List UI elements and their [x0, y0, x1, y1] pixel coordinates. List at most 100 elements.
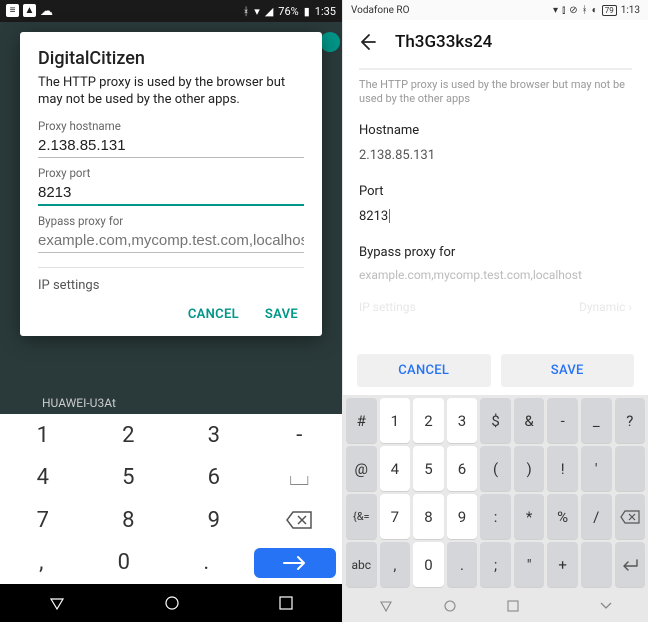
key-blank2[interactable]	[581, 542, 612, 587]
wifi-icon: ▾	[553, 5, 558, 16]
appbar: Th3G33ks24	[343, 20, 648, 64]
key-5[interactable]: 5	[413, 446, 444, 491]
battery-pct: 76%	[278, 5, 298, 18]
cloud-icon: ☁	[40, 4, 53, 19]
key-4[interactable]: 4	[0, 457, 86, 500]
key-6[interactable]: 6	[447, 446, 478, 491]
battery-pct: 79	[602, 5, 617, 16]
key-comma[interactable]: ,	[0, 542, 83, 585]
key-dash[interactable]: -	[547, 398, 578, 443]
save-button[interactable]: SAVE	[265, 307, 298, 322]
image-icon: ▲	[23, 4, 36, 17]
key-question[interactable]: ?	[615, 398, 646, 443]
key-2[interactable]: 2	[86, 414, 172, 457]
numeric-keyboard-left: 1 2 3 - 4 5 6 ⌴ 7 8 9 , 0 .	[0, 414, 342, 584]
key-period[interactable]: .	[447, 542, 478, 587]
keyboard-hide-icon[interactable]	[599, 601, 613, 611]
key-1[interactable]: 1	[380, 398, 411, 443]
dialog-help-text: The HTTP proxy is used by the browser bu…	[38, 75, 304, 109]
key-3[interactable]: 3	[171, 414, 257, 457]
key-abc[interactable]: abc	[346, 542, 377, 587]
key-9[interactable]: 9	[447, 494, 478, 539]
key-4[interactable]: 4	[380, 446, 411, 491]
key-underscore[interactable]: _	[581, 398, 612, 443]
key-0[interactable]: 0	[413, 542, 444, 587]
clock: 1:35	[315, 5, 336, 18]
bluetooth-icon: ᚼ	[243, 5, 250, 18]
key-8[interactable]: 8	[413, 494, 444, 539]
key-6[interactable]: 6	[171, 457, 257, 500]
port-label: Port	[359, 184, 632, 199]
key-8[interactable]: 8	[86, 499, 172, 542]
nav-back-icon[interactable]	[49, 595, 65, 611]
nav-home-icon[interactable]	[164, 595, 180, 611]
bypass-input[interactable]	[38, 228, 304, 253]
clock: 1:13	[621, 5, 640, 16]
key-enter[interactable]	[615, 542, 646, 587]
cancel-button[interactable]: CANCEL	[357, 354, 491, 387]
port-input[interactable]	[38, 180, 304, 206]
key-rparen[interactable]: )	[514, 446, 545, 491]
key-colon[interactable]: :	[480, 494, 511, 539]
key-amp[interactable]: &	[514, 398, 545, 443]
bypass-input[interactable]: example.com,mycomp.test.com,localhost	[359, 260, 632, 296]
signal-icon: ⫾	[562, 5, 565, 16]
key-7[interactable]: 7	[0, 499, 86, 542]
key-quote[interactable]: "	[514, 542, 545, 587]
right-form: The HTTP proxy is used by the browser bu…	[343, 64, 648, 348]
key-1[interactable]: 1	[0, 414, 86, 457]
key-7[interactable]: 7	[380, 494, 411, 539]
key-enter[interactable]	[254, 548, 337, 579]
key-9[interactable]: 9	[171, 499, 257, 542]
back-button[interactable]	[357, 32, 377, 52]
bypass-label: Bypass proxy for	[38, 214, 304, 228]
key-backspace[interactable]	[257, 499, 343, 542]
key-period[interactable]: .	[165, 542, 248, 585]
key-symbols[interactable]: {&=	[346, 494, 377, 539]
key-at[interactable]: @	[346, 446, 377, 491]
hostname-input[interactable]: 2.138.85.131	[359, 138, 632, 178]
hostname-input[interactable]	[38, 133, 304, 158]
nav-recent-icon[interactable]	[507, 600, 519, 612]
nav-recent-icon[interactable]	[279, 596, 293, 610]
key-backspace[interactable]	[615, 494, 646, 539]
key-space[interactable]: ⌴	[257, 457, 343, 500]
key-comma[interactable]: ,	[380, 542, 411, 587]
nav-home-icon[interactable]	[443, 599, 457, 613]
port-input[interactable]: 8213	[359, 199, 632, 239]
carrier-label: Vodafone RO	[351, 5, 409, 16]
cancel-button[interactable]: CANCEL	[188, 307, 239, 322]
nav-back-icon[interactable]	[379, 599, 393, 613]
ip-settings-row[interactable]: IP settings Dynamic ›	[359, 296, 632, 314]
keyboard-right: # 1 2 3 $ & - _ ? @ 4 5 6 ( ) ! ' {&= 7 …	[343, 395, 648, 590]
key-slash[interactable]: /	[581, 494, 612, 539]
key-pct[interactable]: %	[547, 494, 578, 539]
right-phone: Vodafone RO ▾ ⫾ ⊘ ᚼ ◐ 79 1:13 Th3G33ks24…	[342, 0, 648, 622]
statusbar-right: Vodafone RO ▾ ⫾ ⊘ ᚼ ◐ 79 1:13	[343, 0, 648, 20]
key-blank1[interactable]	[615, 446, 646, 491]
dialog-title: DigitalCitizen	[38, 48, 304, 69]
key-hash[interactable]: #	[346, 398, 377, 443]
key-dash[interactable]: -	[257, 414, 343, 457]
key-bang[interactable]: !	[547, 446, 578, 491]
navbar-right	[343, 590, 648, 622]
key-plus[interactable]: +	[547, 542, 578, 587]
key-semi[interactable]: ;	[480, 542, 511, 587]
key-3[interactable]: 3	[447, 398, 478, 443]
navbar-left	[0, 584, 342, 622]
key-apos[interactable]: '	[581, 446, 612, 491]
key-star[interactable]: *	[514, 494, 545, 539]
save-button[interactable]: SAVE	[501, 354, 635, 387]
key-0[interactable]: 0	[83, 542, 166, 585]
key-lparen[interactable]: (	[480, 446, 511, 491]
help-text: The HTTP proxy is used by the browser bu…	[359, 78, 632, 107]
hostname-label: Proxy hostname	[38, 119, 304, 133]
hostname-label: Hostname	[359, 123, 632, 138]
key-2[interactable]: 2	[413, 398, 444, 443]
port-label: Proxy port	[38, 166, 304, 180]
key-dollar[interactable]: $	[480, 398, 511, 443]
key-5[interactable]: 5	[86, 457, 172, 500]
bg-ssid: HUAWEI-U3At	[42, 396, 116, 410]
notif-icon: ≡	[6, 4, 19, 17]
ip-settings-row[interactable]: IP settings	[38, 268, 304, 293]
